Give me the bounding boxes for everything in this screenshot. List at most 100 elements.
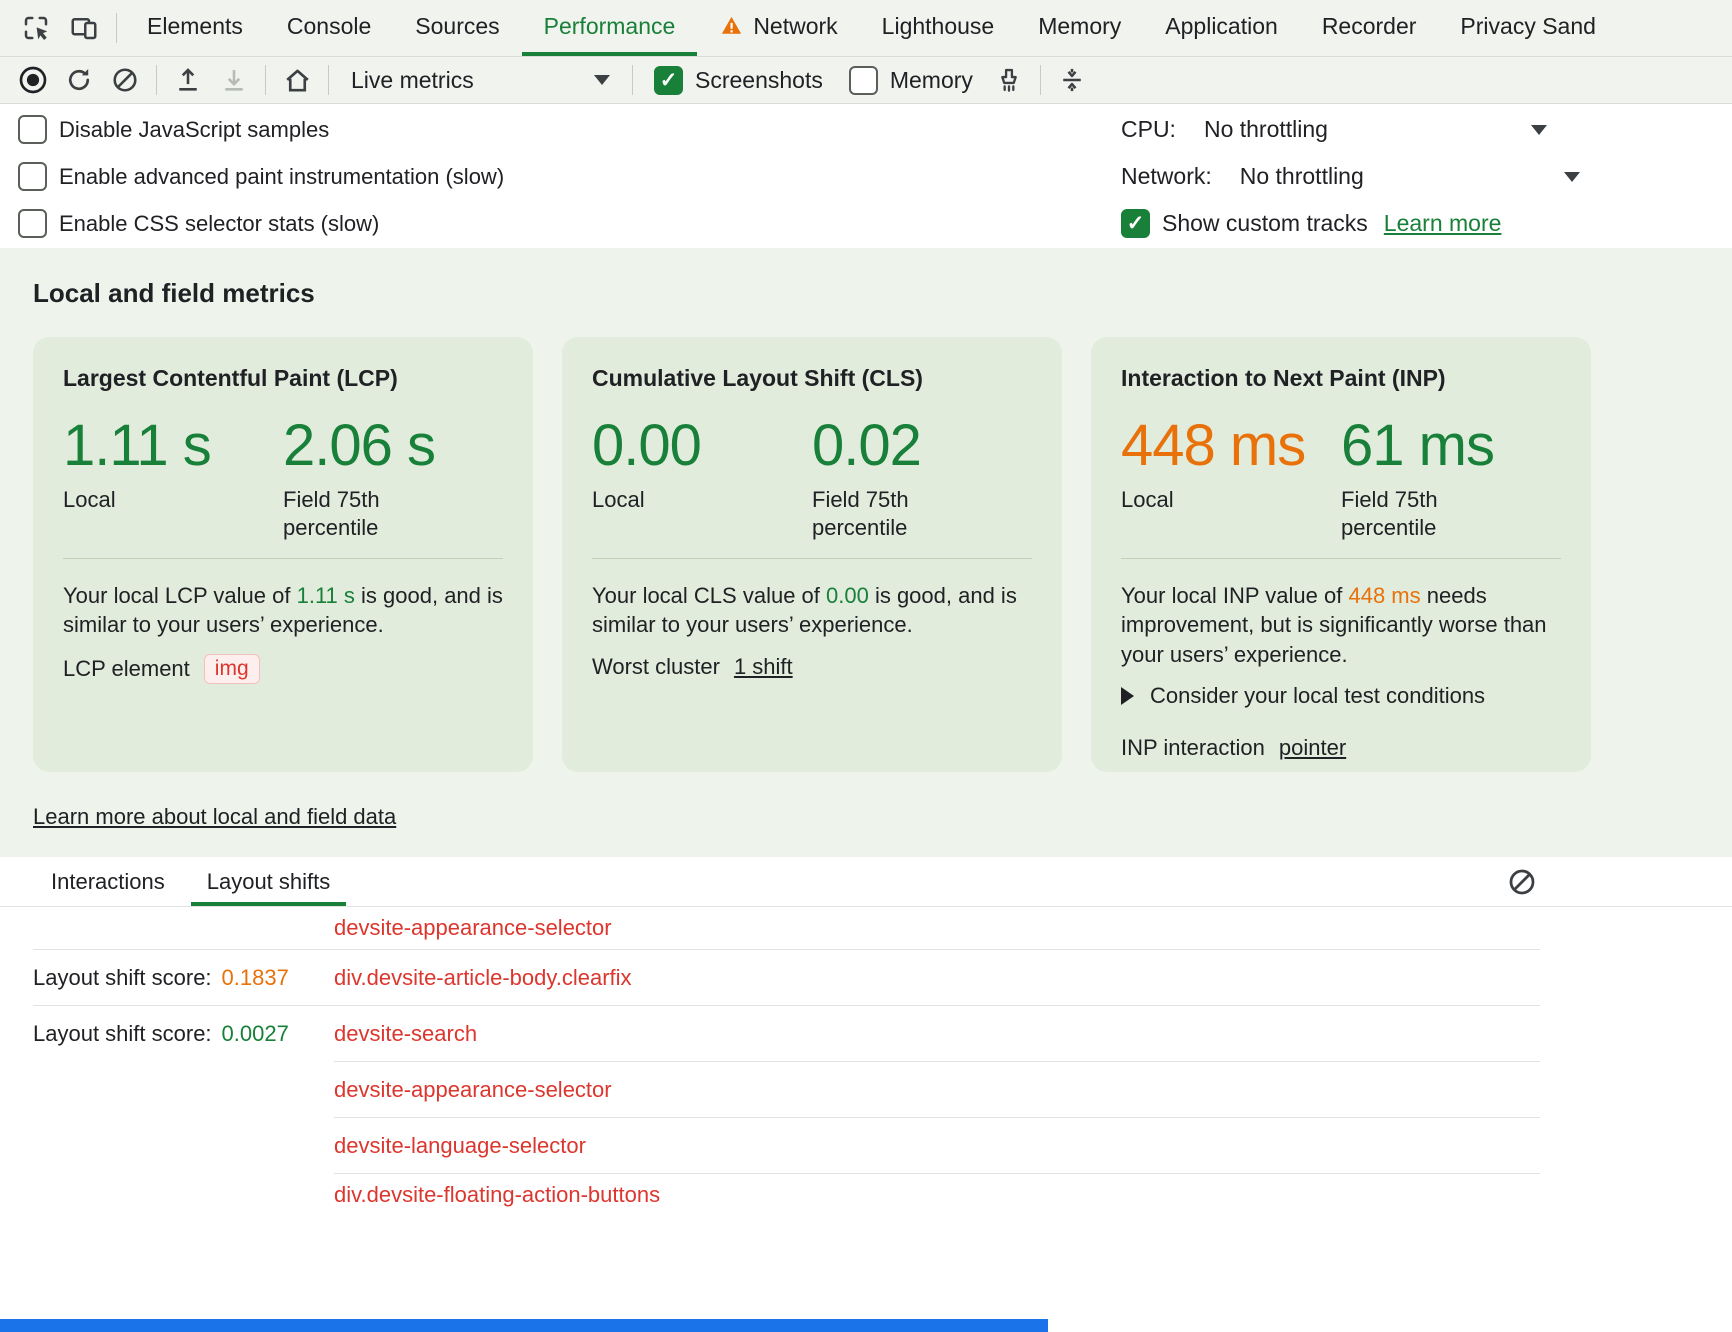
element-link[interactable]: div.devsite-article-body.clearfix	[334, 965, 632, 991]
checkbox-unchecked-icon	[849, 66, 878, 95]
cpu-label: CPU:	[1121, 116, 1176, 143]
download-icon	[220, 66, 248, 94]
lcp-field-value: 2.06 s	[283, 416, 503, 477]
tab-memory[interactable]: Memory	[1016, 0, 1143, 56]
tab-privacy-sandbox[interactable]: Privacy Sand	[1438, 0, 1618, 56]
score-value: 0.1837	[222, 965, 289, 991]
score-value: 0.0027	[222, 1021, 289, 1047]
network-throttling-select[interactable]: No throttling	[1240, 163, 1364, 190]
disable-js-samples-label: Disable JavaScript samples	[59, 117, 329, 143]
tab-elements[interactable]: Elements	[125, 0, 265, 56]
save-profile-button[interactable]	[211, 60, 257, 100]
inp-desc-value: 448 ms	[1348, 583, 1420, 608]
tab-recorder[interactable]: Recorder	[1300, 0, 1439, 56]
checkbox-unchecked-icon	[18, 162, 47, 191]
panel-tabs: Elements Console Sources Performance Net…	[125, 0, 1618, 56]
clear-log-button[interactable]	[1504, 864, 1540, 900]
memory-label: Memory	[890, 67, 973, 94]
tab-performance[interactable]: Performance	[522, 0, 698, 56]
lcp-element-label: LCP element	[63, 656, 190, 682]
garbage-collect-button[interactable]	[986, 60, 1032, 100]
network-throttling-row: Network: No throttling	[1121, 153, 1732, 200]
record-and-reload-button[interactable]	[56, 60, 102, 100]
show-custom-tracks-checkbox[interactable]: ✓ Show custom tracks Learn more	[1121, 200, 1732, 247]
cls-field-label: Field 75th percentile	[812, 486, 977, 543]
checkbox-checked-icon: ✓	[654, 66, 683, 95]
screenshots-label: Screenshots	[695, 67, 823, 94]
toggle-device-toolbar-button[interactable]	[60, 0, 108, 56]
history-dropdown[interactable]: Live metrics	[337, 67, 624, 94]
record-button[interactable]	[10, 60, 56, 100]
performance-toolbar: Live metrics ✓ Screenshots Memory	[0, 57, 1732, 104]
blue-highlight-bar	[0, 1319, 1048, 1332]
inp-card-title: Interaction to Next Paint (INP)	[1121, 365, 1561, 392]
tab-sources[interactable]: Sources	[393, 0, 521, 56]
disable-js-samples-checkbox[interactable]: Disable JavaScript samples	[18, 106, 1121, 153]
lcp-desc-value: 1.11 s	[297, 583, 355, 608]
shift-score-cell: Layout shift score: 0.0027	[33, 1021, 334, 1047]
cls-field-value: 0.02	[812, 416, 1032, 477]
lcp-card-title: Largest Contentful Paint (LCP)	[63, 365, 503, 392]
element-link[interactable]: div.devsite-floating-action-buttons	[334, 1182, 660, 1208]
lcp-desc-prefix: Your local LCP value of	[63, 583, 297, 608]
cls-local-value: 0.00	[592, 416, 812, 477]
learn-more-field-data-link[interactable]: Learn more about local and field data	[33, 804, 396, 830]
element-link[interactable]: devsite-appearance-selector	[334, 915, 612, 941]
load-profile-button[interactable]	[165, 60, 211, 100]
reload-icon	[65, 66, 93, 94]
element-link[interactable]: devsite-language-selector	[334, 1133, 586, 1159]
learn-more-link[interactable]: Learn more	[1384, 210, 1502, 237]
element-link[interactable]: devsite-search	[334, 1021, 477, 1047]
layout-shift-row: devsite-language-selector	[33, 1118, 1540, 1174]
inspect-element-button[interactable]	[12, 0, 60, 56]
tab-layout-shifts[interactable]: Layout shifts	[191, 857, 347, 906]
inp-interaction-link[interactable]: pointer	[1279, 735, 1346, 761]
history-dropdown-value: Live metrics	[351, 67, 474, 94]
lcp-element-badge[interactable]: img	[204, 654, 260, 684]
tab-application[interactable]: Application	[1143, 0, 1300, 56]
tab-network-label: Network	[753, 13, 837, 40]
divider	[1040, 65, 1041, 95]
devtools-window: Elements Console Sources Performance Net…	[0, 0, 1732, 1332]
cls-card: Cumulative Layout Shift (CLS) 0.00 Local…	[562, 337, 1062, 772]
divider	[116, 13, 117, 43]
chevron-down-icon	[594, 75, 610, 85]
cls-desc-prefix: Your local CLS value of	[592, 583, 826, 608]
checkbox-unchecked-icon	[18, 115, 47, 144]
chevron-down-icon[interactable]	[1531, 125, 1547, 135]
score-label: Layout shift score:	[33, 1021, 212, 1047]
lcp-description: Your local LCP value of 1.11 s is good, …	[63, 581, 503, 640]
inp-desc-prefix: Your local INP value of	[1121, 583, 1348, 608]
tab-network[interactable]: Network	[697, 0, 859, 56]
tab-lighthouse[interactable]: Lighthouse	[860, 0, 1017, 56]
tab-interactions[interactable]: Interactions	[35, 857, 181, 906]
lcp-card: Largest Contentful Paint (LCP) 1.11 s Lo…	[33, 337, 533, 772]
css-selector-stats-checkbox[interactable]: Enable CSS selector stats (slow)	[18, 200, 1121, 247]
cpu-throttling-select[interactable]: No throttling	[1204, 116, 1328, 143]
advanced-paint-checkbox[interactable]: Enable advanced paint instrumentation (s…	[18, 153, 1121, 200]
capture-settings: Disable JavaScript samples Enable advanc…	[0, 104, 1732, 248]
checkbox-checked-icon: ✓	[1121, 209, 1150, 238]
inp-card: Interaction to Next Paint (INP) 448 ms L…	[1091, 337, 1591, 772]
chevron-down-icon[interactable]	[1564, 172, 1580, 182]
inp-description: Your local INP value of 448 ms needs imp…	[1121, 581, 1561, 669]
element-link[interactable]: devsite-appearance-selector	[334, 1077, 612, 1103]
divider	[328, 65, 329, 95]
collapse-sections-button[interactable]	[1049, 60, 1095, 100]
log-tabs: Interactions Layout shifts	[0, 857, 1732, 907]
cls-local-label: Local	[592, 486, 757, 515]
clear-button[interactable]	[102, 60, 148, 100]
inp-local-label: Local	[1121, 486, 1286, 515]
cls-description: Your local CLS value of 0.00 is good, an…	[592, 581, 1032, 640]
layout-shift-rows: devsite-appearance-selector Layout shift…	[0, 907, 1732, 1214]
worst-cluster-link[interactable]: 1 shift	[734, 654, 793, 680]
tab-console[interactable]: Console	[265, 0, 393, 56]
home-button[interactable]	[274, 60, 320, 100]
local-test-conditions-disclosure[interactable]: Consider your local test conditions	[1121, 683, 1561, 709]
cls-desc-value: 0.00	[826, 583, 869, 608]
broom-icon	[995, 66, 1023, 94]
network-label: Network:	[1121, 163, 1212, 190]
metric-cards: Largest Contentful Paint (LCP) 1.11 s Lo…	[33, 337, 1535, 772]
screenshots-checkbox[interactable]: ✓ Screenshots	[641, 66, 836, 95]
memory-checkbox[interactable]: Memory	[836, 66, 986, 95]
